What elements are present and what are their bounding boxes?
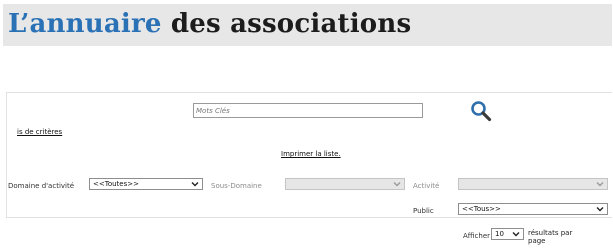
page-title-accent: L’annuaire [8, 9, 162, 39]
activity-select[interactable] [458, 178, 608, 190]
page-title: L’annuaire des associations [8, 7, 411, 41]
chevron-down-icon [191, 182, 199, 187]
domain-select-value: <<Toutes>> [93, 180, 139, 188]
show-label: Afficher [463, 232, 491, 240]
per-page-select[interactable]: 10 [491, 228, 524, 240]
domain-select[interactable]: <<Toutes>> [89, 178, 203, 190]
chevron-down-icon [512, 232, 520, 237]
per-page-select-value: 10 [495, 230, 504, 238]
search-button[interactable] [470, 100, 492, 122]
results-per-page-label: résultats par page [528, 229, 573, 245]
public-label: Public [413, 207, 434, 215]
public-select[interactable]: <<Tous>> [458, 203, 608, 215]
chevron-down-icon [596, 207, 604, 212]
header-banner: L’annuaire des associations [3, 4, 612, 46]
chevron-down-icon [596, 182, 604, 187]
subdomain-select[interactable] [285, 178, 405, 190]
activity-label: Activité [413, 182, 440, 190]
domain-label: Domaine d'activité [8, 182, 75, 190]
page-title-rest: des associations [161, 9, 412, 39]
subdomain-label: Sous-Domaine [211, 182, 262, 190]
print-list-link[interactable]: Imprimer la liste. [281, 150, 341, 158]
keyword-search-input[interactable] [193, 103, 423, 118]
public-select-value: <<Tous>> [462, 205, 501, 213]
search-icon [471, 101, 492, 122]
criteria-toggle-link[interactable]: is de critères [17, 128, 62, 136]
chevron-down-icon [393, 182, 401, 187]
